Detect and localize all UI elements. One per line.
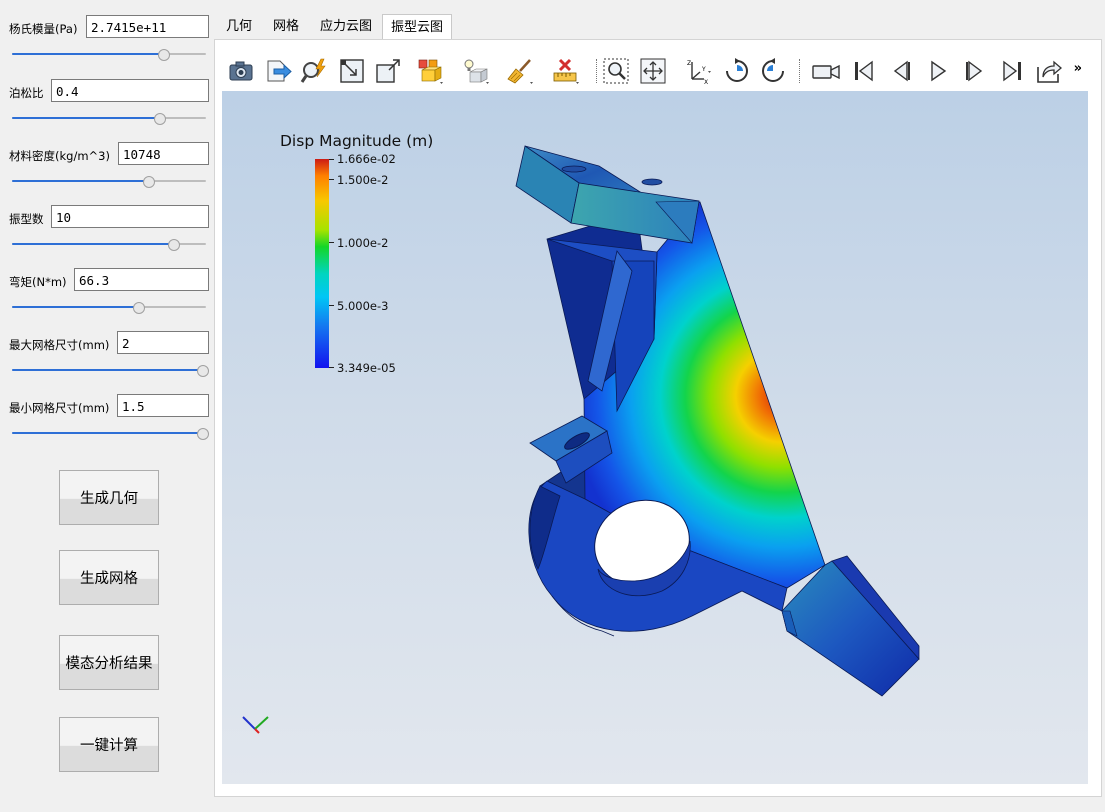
generate-mesh-button[interactable]: 生成网格: [59, 550, 159, 605]
box-arrow-icon[interactable]: [374, 57, 402, 85]
tab-stress-contour[interactable]: 应力云图: [314, 14, 378, 39]
zoom-box-icon[interactable]: [602, 57, 630, 85]
mode-count-label: 振型数: [9, 212, 44, 226]
slider-fill: [12, 306, 139, 308]
slider-fill: [12, 369, 203, 371]
svg-text:Y: Y: [701, 66, 706, 73]
max-mesh-size-slider[interactable]: [12, 365, 210, 377]
poisson-ratio-slider[interactable]: [12, 113, 206, 125]
min-mesh-size-label: 最小网格尺寸(mm): [9, 401, 110, 415]
mode-count-slider[interactable]: [12, 239, 206, 251]
slider-fill: [12, 243, 174, 245]
modal-analysis-results-button[interactable]: 模态分析结果: [59, 635, 159, 690]
zoom-lightning-icon[interactable]: [300, 57, 328, 85]
export-icon[interactable]: [264, 57, 292, 85]
param-bending-moment: 弯矩(N*m) 66.3: [0, 268, 215, 328]
generate-geometry-button[interactable]: 生成几何: [59, 470, 159, 525]
density-label: 材料密度(kg/m^3): [9, 149, 110, 163]
slider-fill: [12, 180, 148, 182]
tab-mesh[interactable]: 网格: [264, 14, 308, 39]
poisson-ratio-label: 泊松比: [9, 86, 44, 100]
min-mesh-size-input[interactable]: 1.5: [117, 394, 209, 417]
bending-moment-label: 弯矩(N*m): [9, 275, 67, 289]
video-camera-icon[interactable]: [812, 57, 840, 85]
light-cube-icon[interactable]: [462, 57, 490, 85]
youngs-modulus-slider[interactable]: [12, 49, 206, 61]
tab-mode-shape-contour[interactable]: 振型云图: [382, 14, 452, 39]
slider-handle[interactable]: [133, 302, 146, 314]
slider-handle[interactable]: [158, 49, 171, 61]
slider-fill: [12, 117, 160, 119]
orientation-axes-icon: [242, 716, 269, 734]
fit-arrows-icon[interactable]: [639, 57, 667, 85]
slider-handle[interactable]: [197, 365, 210, 377]
max-mesh-size-input[interactable]: 2: [117, 331, 209, 354]
bending-moment-input[interactable]: 66.3: [74, 268, 209, 291]
poisson-ratio-input[interactable]: 0.4: [51, 79, 209, 102]
camera-icon[interactable]: [227, 57, 255, 85]
toolbar-separator: [596, 59, 598, 83]
param-mode-count: 振型数 10: [0, 205, 215, 265]
slider-handle[interactable]: [154, 113, 167, 125]
render-viewport[interactable]: Disp Magnitude (m) 1.666e-02 1.500e-2 1.…: [222, 91, 1088, 784]
youngs-modulus-input[interactable]: 2.7415e+11: [86, 15, 209, 38]
slider-handle[interactable]: [142, 176, 155, 188]
parameter-panel: 杨氏模量(Pa) 2.7415e+11 泊松比 0.4 材料密度(kg/m^3)…: [0, 0, 215, 812]
cube-stack-icon[interactable]: [416, 57, 444, 85]
max-mesh-size-label: 最大网格尺寸(mm): [9, 338, 110, 352]
axes-xyz-icon[interactable]: Z Y X: [684, 57, 712, 85]
toolbar-separator: [799, 59, 801, 83]
bending-moment-slider[interactable]: [12, 302, 206, 314]
density-input[interactable]: 10748: [118, 142, 209, 165]
broom-icon[interactable]: [506, 57, 534, 85]
next-frame-icon[interactable]: [961, 57, 989, 85]
param-max-mesh-size: 最大网格尺寸(mm) 2: [0, 331, 215, 391]
svg-text:X: X: [704, 79, 708, 85]
play-icon[interactable]: [924, 57, 952, 85]
youngs-modulus-label: 杨氏模量(Pa): [9, 22, 78, 36]
mode-count-input[interactable]: 10: [51, 205, 209, 228]
rotate-ccw-icon[interactable]: [759, 57, 787, 85]
param-youngs-modulus: 杨氏模量(Pa) 2.7415e+11: [0, 15, 215, 75]
viewer-toolbar: Z Y X »: [222, 51, 1088, 91]
param-poisson-ratio: 泊松比 0.4: [0, 79, 215, 139]
param-density: 材料密度(kg/m^3) 10748: [0, 142, 215, 202]
slider-fill: [12, 53, 164, 55]
first-frame-icon[interactable]: [850, 57, 878, 85]
one-click-compute-button[interactable]: 一键计算: [59, 717, 159, 772]
rotate-cw-icon[interactable]: [723, 57, 751, 85]
share-icon[interactable]: [1035, 57, 1063, 85]
slider-fill: [12, 432, 203, 434]
mode-shape-model: [515, 145, 920, 697]
slider-handle[interactable]: [197, 428, 210, 440]
density-slider[interactable]: [12, 176, 206, 188]
svg-text:Z: Z: [687, 60, 691, 67]
min-mesh-size-slider[interactable]: [12, 428, 210, 440]
toolbar-overflow-button[interactable]: »: [1074, 61, 1082, 76]
tab-geometry[interactable]: 几何: [217, 14, 261, 39]
box-corner-icon[interactable]: [338, 57, 366, 85]
param-min-mesh-size: 最小网格尺寸(mm) 1.5: [0, 394, 215, 454]
ruler-x-icon[interactable]: [552, 57, 580, 85]
prev-frame-icon[interactable]: [887, 57, 915, 85]
last-frame-icon[interactable]: [998, 57, 1026, 85]
slider-handle[interactable]: [168, 239, 181, 251]
